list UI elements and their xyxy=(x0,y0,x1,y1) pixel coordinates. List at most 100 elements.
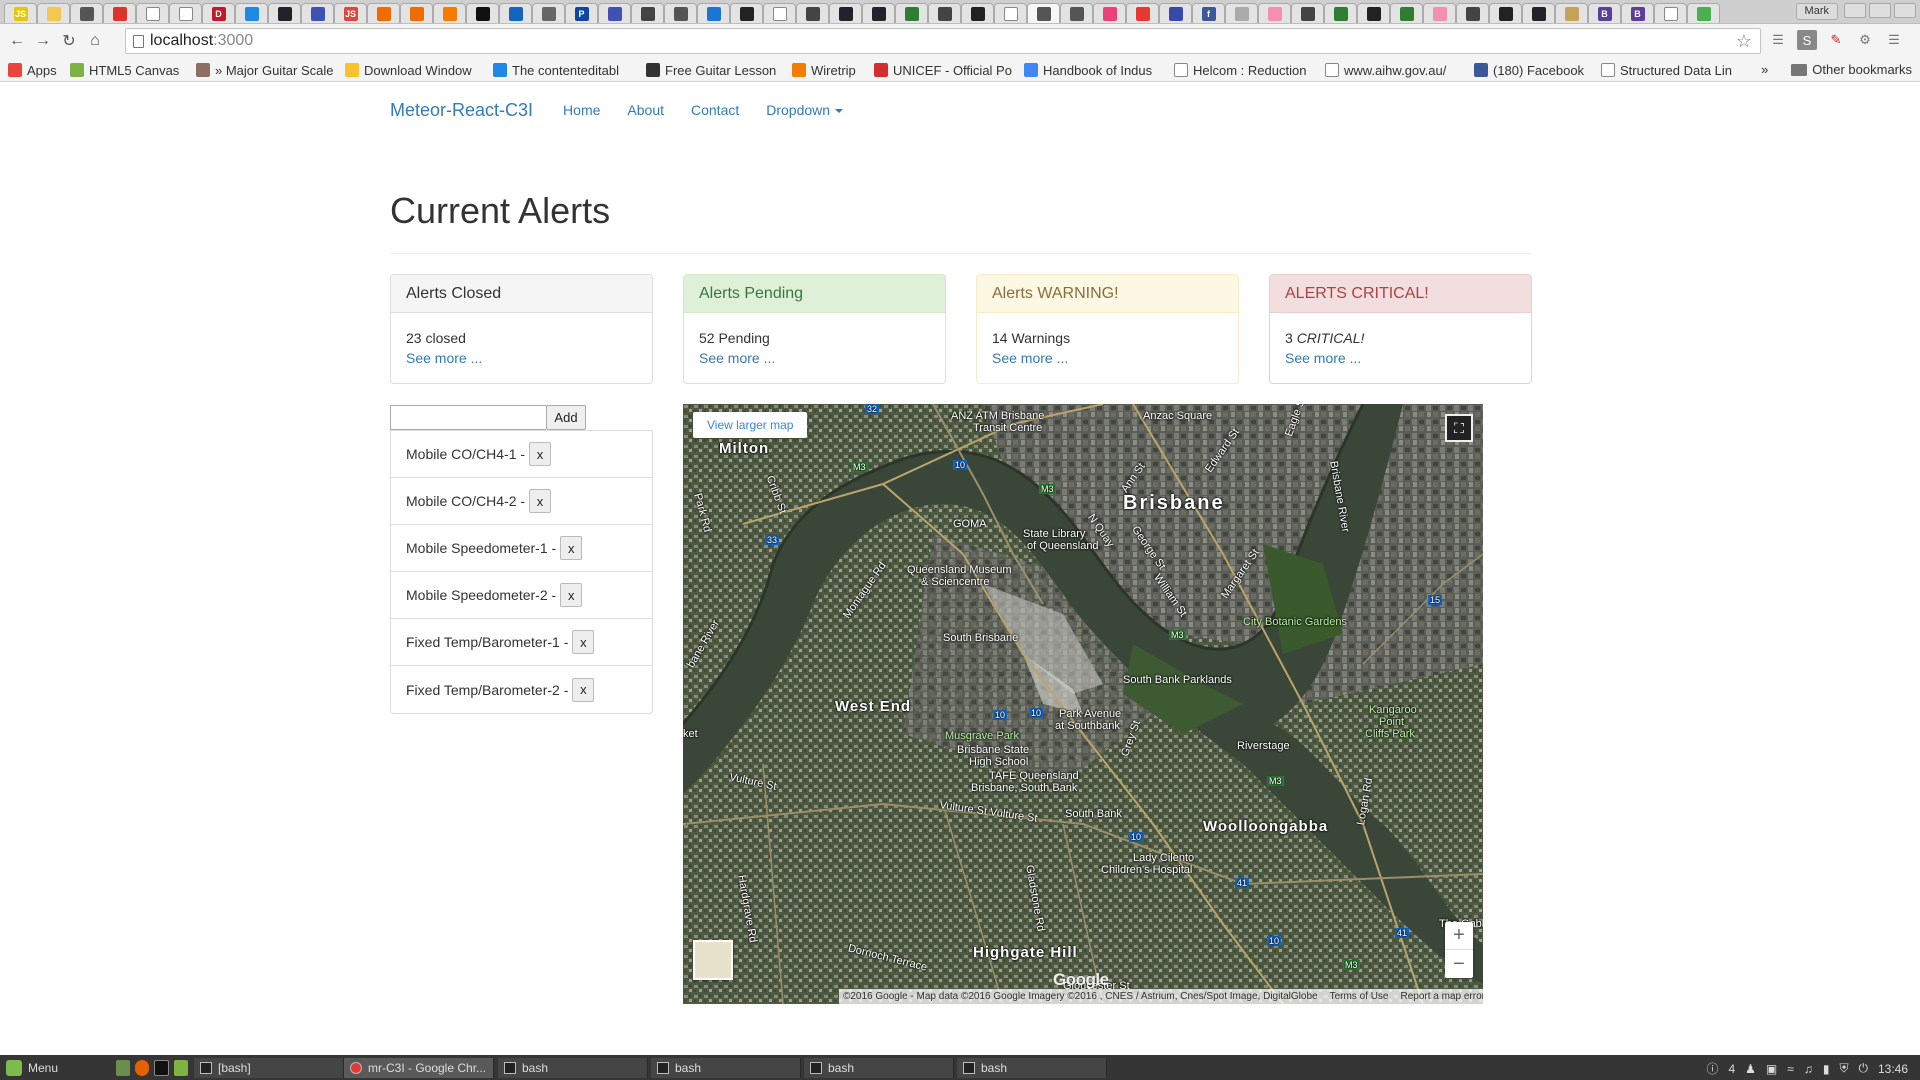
zoom-out-button[interactable]: − xyxy=(1445,950,1473,978)
browser-tab[interactable] xyxy=(1522,2,1555,23)
map-terms-link[interactable]: Terms of Use xyxy=(1330,991,1389,1002)
browser-tab[interactable]: JS xyxy=(334,2,367,23)
navbar-brand[interactable]: Meteor-React-C3I xyxy=(390,100,533,121)
browser-tab[interactable] xyxy=(1027,2,1060,23)
bookmark-star-icon[interactable]: ☆ xyxy=(1736,31,1752,52)
browser-tab[interactable]: f xyxy=(1192,2,1225,23)
browser-tab[interactable] xyxy=(70,2,103,23)
show-desktop-icon[interactable] xyxy=(116,1059,131,1076)
other-bookmarks[interactable]: » Other bookmarks xyxy=(1761,62,1912,77)
browser-tab[interactable]: P xyxy=(565,2,598,23)
browser-tab[interactable] xyxy=(1654,2,1687,23)
home-icon[interactable]: ⌂ xyxy=(82,28,108,54)
browser-tab[interactable] xyxy=(1324,2,1357,23)
see-more-link[interactable]: See more ... xyxy=(1285,350,1361,366)
bookmark-item[interactable]: Handbook of Indus xyxy=(1024,62,1166,78)
gear-icon[interactable]: ⚙ xyxy=(1855,30,1875,50)
bookmarks-more-button[interactable]: » xyxy=(1761,62,1768,77)
notification-count[interactable]: 4 xyxy=(1728,1062,1735,1076)
browser-tab[interactable] xyxy=(37,2,70,23)
nav-link-contact[interactable]: Contact xyxy=(691,102,739,118)
browser-tab[interactable] xyxy=(400,2,433,23)
browser-tab[interactable] xyxy=(235,2,268,23)
forward-icon[interactable]: → xyxy=(30,28,56,54)
browser-tab[interactable] xyxy=(763,2,796,23)
browser-tab[interactable] xyxy=(433,2,466,23)
map-report-link[interactable]: Report a map error xyxy=(1400,991,1483,1002)
browser-tab[interactable] xyxy=(961,2,994,23)
browser-tab[interactable] xyxy=(1159,2,1192,23)
browser-tab[interactable] xyxy=(499,2,532,23)
browser-tab[interactable] xyxy=(367,2,400,23)
browser-tab[interactable] xyxy=(532,2,565,23)
browser-tab[interactable] xyxy=(1258,2,1291,23)
clock[interactable]: 13:46 xyxy=(1878,1062,1908,1076)
pen-icon[interactable]: ✎ xyxy=(1826,30,1846,50)
browser-tab[interactable] xyxy=(301,2,334,23)
remove-sensor-button[interactable]: x xyxy=(529,489,552,513)
reload-icon[interactable]: ↻ xyxy=(56,28,82,54)
google-map[interactable]: Brisbane Milton West End Woolloongabba H… xyxy=(683,404,1483,1004)
browser-tab[interactable]: B xyxy=(1588,2,1621,23)
browser-tab[interactable] xyxy=(730,2,763,23)
start-menu-button[interactable]: Menu xyxy=(0,1059,110,1076)
browser-tab[interactable] xyxy=(598,2,631,23)
nav-dropdown[interactable]: Dropdown xyxy=(766,102,844,118)
browser-tab[interactable] xyxy=(664,2,697,23)
terminal-icon[interactable] xyxy=(154,1059,169,1076)
remove-sensor-button[interactable]: x xyxy=(560,583,583,607)
view-larger-map-link[interactable]: View larger map xyxy=(693,412,808,438)
remove-sensor-button[interactable]: x xyxy=(572,630,595,654)
browser-tab[interactable] xyxy=(169,2,202,23)
sensor-name-input[interactable] xyxy=(390,405,546,430)
browser-tab[interactable] xyxy=(697,2,730,23)
browser-tab[interactable] xyxy=(994,2,1027,23)
taskbar-window-button[interactable]: bash xyxy=(651,1058,801,1078)
taskbar-window-button[interactable]: bash xyxy=(957,1058,1107,1078)
user-icon[interactable]: ♟ xyxy=(1745,1062,1756,1076)
see-more-link[interactable]: See more ... xyxy=(699,350,775,366)
menu-icon[interactable]: ☰ xyxy=(1884,30,1904,50)
taskbar-window-button[interactable]: mr-C3I - Google Chr... xyxy=(344,1058,494,1078)
shield-icon[interactable]: ⛨ xyxy=(1839,1061,1848,1076)
close-window-button[interactable] xyxy=(1894,3,1916,18)
map-type-toggle[interactable] xyxy=(693,940,733,980)
bookmark-item[interactable]: HTML5 Canvas xyxy=(70,62,188,78)
browser-tab[interactable] xyxy=(862,2,895,23)
browser-tab[interactable] xyxy=(1291,2,1324,23)
folder-icon[interactable] xyxy=(173,1059,188,1076)
zoom-in-button[interactable]: + xyxy=(1445,922,1473,950)
taskbar-window-button[interactable]: bash xyxy=(498,1058,648,1078)
browser-tab[interactable]: JS xyxy=(4,2,37,23)
browser-tab[interactable] xyxy=(1357,2,1390,23)
browser-tab[interactable] xyxy=(796,2,829,23)
window-user-badge[interactable]: Mark xyxy=(1795,3,1838,20)
fullscreen-icon[interactable]: ⛶ xyxy=(1445,414,1473,442)
bookmark-item[interactable]: The contenteditabl xyxy=(493,62,635,78)
minimize-button[interactable] xyxy=(1844,3,1866,18)
browser-tab[interactable] xyxy=(1390,2,1423,23)
bookmark-item[interactable]: » Major Guitar Scale xyxy=(196,62,336,78)
see-more-link[interactable]: See more ... xyxy=(406,350,482,366)
browser-tab[interactable] xyxy=(1060,2,1093,23)
browser-tab[interactable] xyxy=(928,2,961,23)
remove-sensor-button[interactable]: x xyxy=(529,442,552,466)
browser-tab[interactable] xyxy=(268,2,301,23)
browser-tab[interactable] xyxy=(1555,2,1588,23)
browser-tab[interactable]: B xyxy=(1621,2,1654,23)
info-icon[interactable]: ⓘ xyxy=(1706,1060,1718,1077)
taskbar-window-button[interactable]: bash xyxy=(804,1058,954,1078)
browser-tab[interactable] xyxy=(1093,2,1126,23)
browser-tab[interactable] xyxy=(103,2,136,23)
bookmark-item[interactable]: (180) Facebook xyxy=(1474,62,1594,78)
nav-link-home[interactable]: Home xyxy=(563,102,600,118)
bookmark-item[interactable]: UNICEF - Official Po xyxy=(874,62,1016,78)
network-icon[interactable]: ▣ xyxy=(1766,1062,1777,1076)
browser-tab[interactable] xyxy=(895,2,928,23)
extension-icon[interactable]: ☰ xyxy=(1768,30,1788,50)
battery-icon[interactable]: ▮ xyxy=(1823,1062,1830,1076)
address-bar[interactable]: localhost:3000 ☆ xyxy=(125,28,1761,54)
browser-tab[interactable] xyxy=(466,2,499,23)
power-icon[interactable]: ⏻ xyxy=(1858,1061,1868,1076)
browser-tab[interactable]: D xyxy=(202,2,235,23)
